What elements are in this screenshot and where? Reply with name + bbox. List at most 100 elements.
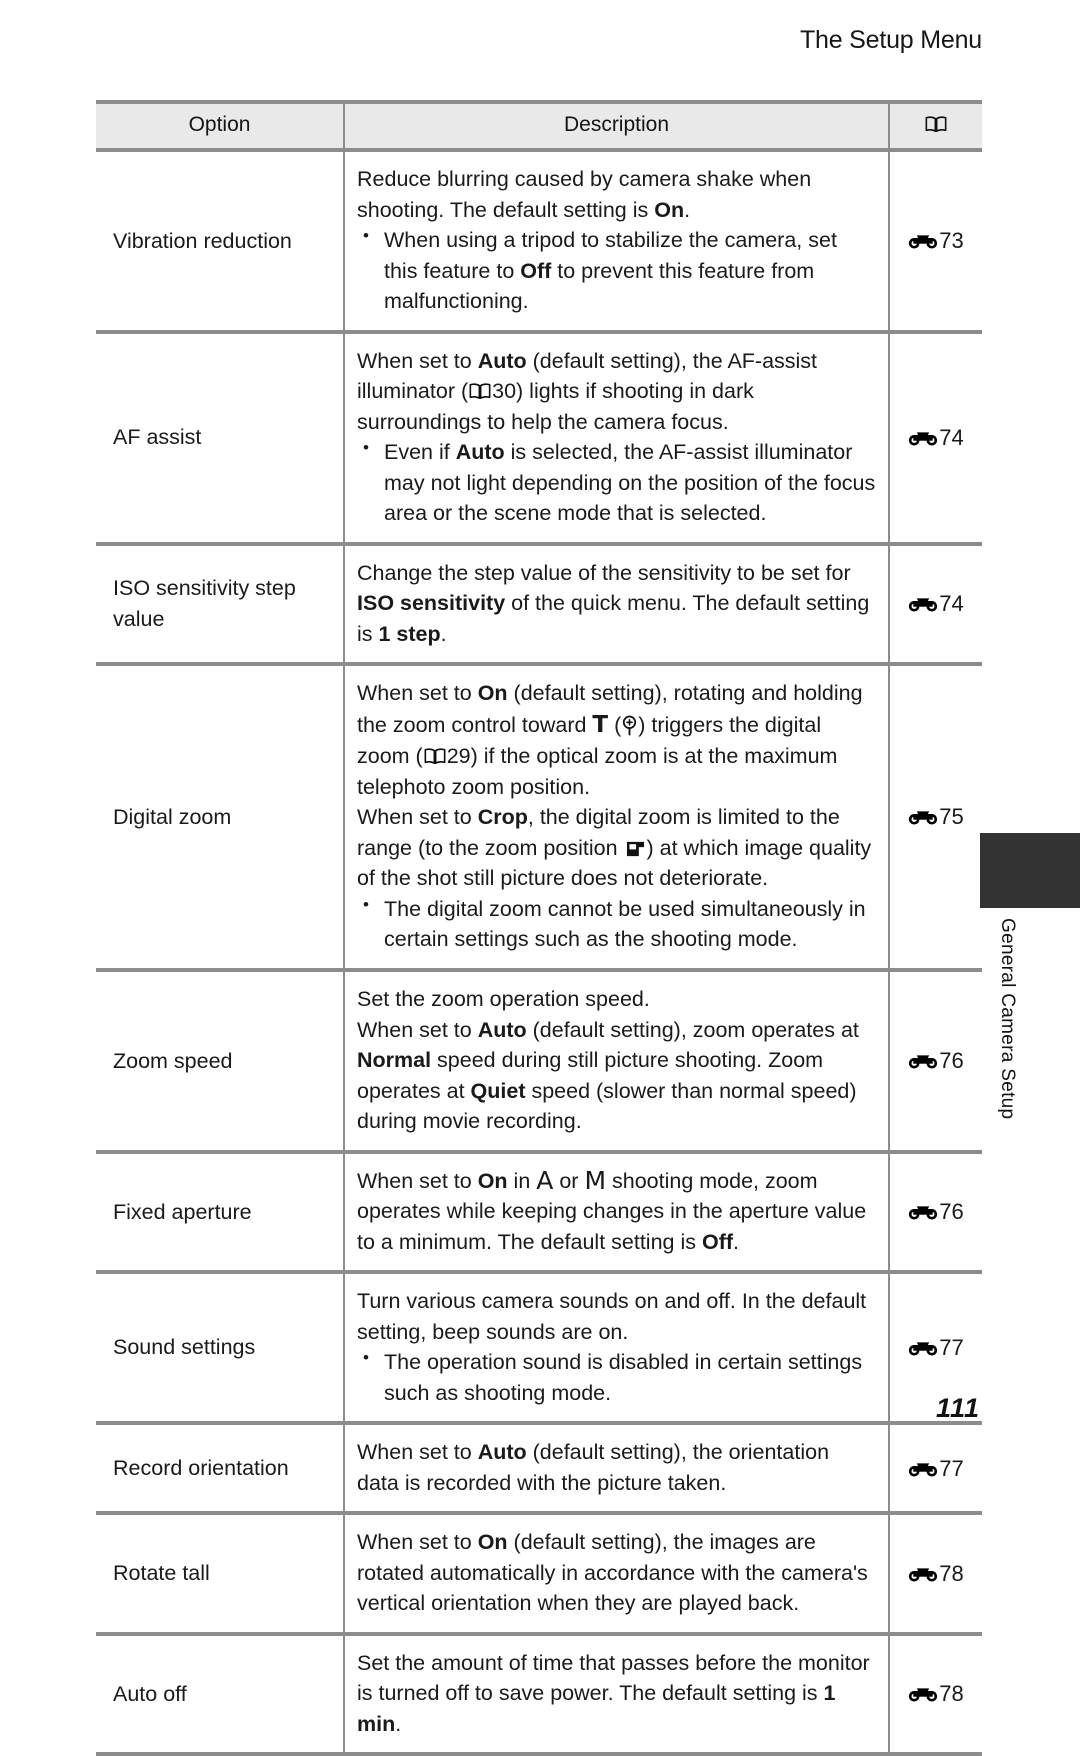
table-row: Zoom speed Set the zoom operation speed.… <box>96 970 982 1154</box>
reference-page-cell: 73 <box>888 150 982 334</box>
text-run: . <box>733 1229 739 1254</box>
reference-page-number: 76 <box>939 1199 964 1225</box>
page-number: 111 <box>935 1393 980 1423</box>
reference-section-icon <box>908 1461 938 1478</box>
reference-page-cell: 76 <box>888 970 982 1154</box>
bold-term: On <box>477 1530 508 1555</box>
description-paragraph: When set to Auto (default setting), zoom… <box>357 1015 876 1137</box>
setup-menu-table: Option Description Vibration reduction R… <box>96 100 982 1756</box>
text-run: . <box>440 621 447 646</box>
manual-mode-icon: M <box>584 1165 607 1195</box>
bold-term: Quiet <box>470 1078 526 1103</box>
description-paragraph: When set to On (default setting), rotati… <box>357 678 876 802</box>
reference-page-number: 75 <box>939 804 964 830</box>
reference-page-cell: 76 <box>888 1151 982 1275</box>
bold-term: Auto <box>455 440 505 465</box>
reference-page-cell: 78 <box>888 1633 982 1756</box>
reference-section-icon <box>908 809 938 826</box>
description-paragraph: When set to On in A or M shooting mode, … <box>357 1166 876 1258</box>
reference-section-icon <box>908 1566 938 1583</box>
page-running-head: The Setup Menu <box>799 26 982 54</box>
table-row: Auto off Set the amount of time that pas… <box>96 1633 982 1756</box>
column-header-description: Description <box>343 100 889 152</box>
reference-page-cell: 74 <box>888 331 982 546</box>
open-book-icon <box>469 383 491 400</box>
option-description: When set to On (default setting), the im… <box>343 1513 889 1636</box>
text-run: (default setting), zoom operates at <box>526 1017 859 1042</box>
aperture-priority-mode-icon: A <box>536 1165 554 1195</box>
reference-section-icon <box>908 596 938 613</box>
section-thumb-tab <box>980 833 1080 908</box>
reference-section-icon <box>908 430 938 447</box>
reference-page-number: 77 <box>939 1455 964 1481</box>
text-run: or <box>553 1168 585 1193</box>
option-description: When set to On in A or M shooting mode, … <box>343 1151 889 1275</box>
reference-page-number: 78 <box>939 1681 964 1707</box>
section-thumb-tab-label: General Camera Setup <box>997 918 1018 1120</box>
zoom-in-magnifier-icon <box>621 715 638 736</box>
text-run: When set to <box>357 805 478 830</box>
description-paragraph: Set the zoom operation speed. <box>357 987 650 1011</box>
reference-section-icon <box>908 1340 938 1357</box>
text-run: When set to <box>357 1168 478 1193</box>
crop-zoom-position-icon <box>625 840 646 858</box>
reference-section-icon <box>908 233 938 250</box>
open-book-icon <box>424 748 446 765</box>
option-description: Set the zoom operation speed. When set t… <box>343 970 889 1154</box>
reference-page-number: 74 <box>939 425 964 450</box>
description-paragraph: When set to On (default setting), the im… <box>357 1527 876 1619</box>
option-name: Zoom speed <box>96 970 344 1154</box>
text-run: in <box>507 1168 537 1193</box>
text-run: . <box>395 1711 402 1736</box>
reference-page-cell: 74 <box>888 543 982 667</box>
description-paragraph: Change the step value of the sensitivity… <box>357 558 876 650</box>
list-item: The digital zoom cannot be used simultan… <box>357 893 876 955</box>
description-paragraph: When set to Auto (default setting), the … <box>357 346 876 438</box>
reference-page-cell: 75 <box>888 664 982 972</box>
table-header-row: Option Description <box>96 100 982 152</box>
text-run: . <box>684 197 691 222</box>
table-row: Record orientation When set to Auto (def… <box>96 1423 982 1516</box>
text-run: When set to <box>357 1530 478 1555</box>
description-bullet-list: Even if Auto is selected, the AF-assist … <box>357 436 876 529</box>
reference-page-number: 73 <box>939 228 964 254</box>
text-run: When set to <box>357 348 478 373</box>
table-row: Vibration reduction Reduce blurring caus… <box>96 150 982 334</box>
option-name: Rotate tall <box>96 1513 344 1636</box>
reference-page-cell: 77 <box>888 1423 982 1516</box>
description-paragraph: Set the amount of time that passes befor… <box>357 1648 876 1740</box>
setup-menu-table-wrapper: Option Description Vibration reduction R… <box>96 100 982 1756</box>
option-description: Set the amount of time that passes befor… <box>343 1633 889 1756</box>
reference-page-cell: 78 <box>888 1513 982 1636</box>
option-name: AF assist <box>96 331 344 546</box>
telephoto-t-label: T <box>592 711 609 738</box>
text-run: Change the step value of the sensitivity… <box>357 560 851 585</box>
bold-term: Auto <box>477 348 527 373</box>
bold-term: Off <box>520 258 552 283</box>
table-row: Digital zoom When set to On (default set… <box>96 664 982 972</box>
table-body: Vibration reduction Reduce blurring caus… <box>96 150 982 1756</box>
bold-term: Off <box>701 1229 734 1254</box>
option-name: ISO sensitivity step value <box>96 543 344 667</box>
description-bullet-list: The digital zoom cannot be used simultan… <box>357 893 876 955</box>
reference-page-number: 74 <box>939 591 964 617</box>
description-paragraph: Turn various camera sounds on and off. I… <box>357 1289 867 1344</box>
text-run: Set the amount of time that passes befor… <box>357 1650 870 1706</box>
bold-term: On <box>654 197 685 222</box>
reference-page-number: 78 <box>939 1560 964 1586</box>
list-item: When using a tripod to stabilize the cam… <box>357 224 876 317</box>
text-run: When set to <box>357 681 478 706</box>
text-run: When set to <box>357 1440 478 1465</box>
bold-term: Auto <box>477 1017 527 1042</box>
description-paragraph: When set to Crop, the digital zoom is li… <box>357 802 876 894</box>
column-header-reference <box>888 100 982 152</box>
reference-section-icon <box>908 1053 938 1070</box>
open-book-icon <box>925 116 947 133</box>
reference-page-number: 77 <box>939 1335 964 1361</box>
bold-term: Auto <box>477 1440 527 1465</box>
description-paragraph: Reduce blurring caused by camera shake w… <box>357 164 876 225</box>
option-name: Fixed aperture <box>96 1151 344 1275</box>
option-description: Reduce blurring caused by camera shake w… <box>343 150 889 334</box>
list-item: Even if Auto is selected, the AF-assist … <box>357 436 876 529</box>
bold-term: On <box>477 1168 508 1193</box>
